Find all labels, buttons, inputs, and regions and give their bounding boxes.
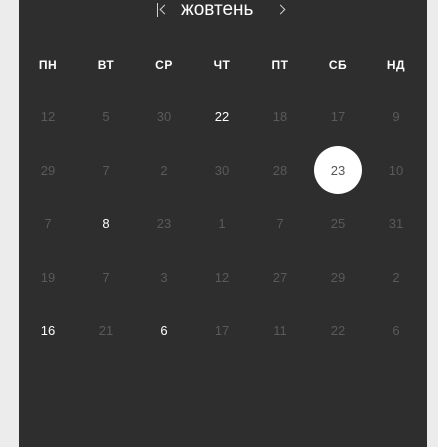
day-number: 9 — [392, 109, 400, 125]
day-cell[interactable]: 18 — [251, 90, 309, 144]
day-number: 27 — [272, 269, 288, 285]
chevron-left-icon — [159, 4, 170, 15]
day-cell[interactable]: 8 — [77, 197, 135, 251]
day-number: 21 — [98, 323, 114, 339]
day-number: 25 — [330, 216, 346, 232]
day-cell[interactable]: 7 — [77, 144, 135, 198]
day-number: 30 — [214, 162, 230, 178]
day-cell[interactable]: 22 — [193, 90, 251, 144]
next-month-button[interactable] — [275, 0, 291, 20]
day-cell-selected[interactable]: 23 — [309, 144, 367, 198]
weekday-label: НД — [386, 58, 406, 72]
weekday-label: ПТ — [271, 58, 289, 72]
day-number: 12 — [40, 109, 56, 125]
day-number: 12 — [214, 269, 230, 285]
day-cell[interactable]: 2 — [135, 144, 193, 198]
day-cell[interactable]: 5 — [77, 90, 135, 144]
day-number: 18 — [272, 109, 288, 125]
day-number: 10 — [388, 162, 404, 178]
day-number: 30 — [156, 109, 172, 125]
weekday-label: СБ — [328, 58, 348, 72]
bar-icon — [157, 3, 158, 17]
day-number: 17 — [214, 323, 230, 339]
day-cell[interactable]: 10 — [367, 144, 425, 198]
weekday-label: СР — [155, 58, 173, 72]
day-cell[interactable]: 19 — [19, 251, 77, 305]
day-cell[interactable]: 16 — [19, 304, 77, 358]
day-cell[interactable]: 12 — [19, 90, 77, 144]
day-number: 31 — [388, 216, 404, 232]
weekday-header-row: ПН ВТ СР ЧТ ПТ СБ НД — [19, 56, 427, 74]
day-cell[interactable]: 6 — [367, 304, 425, 358]
day-number: 29 — [330, 269, 346, 285]
day-number: 19 — [40, 269, 56, 285]
day-cell[interactable]: 1 — [193, 197, 251, 251]
days-grid: 12 5 30 22 18 17 9 29 7 2 30 28 23 10 7 8 23 1 7 25 31 19 7 3 12… — [19, 90, 427, 358]
day-number: 16 — [40, 323, 56, 339]
day-cell[interactable]: 2 — [367, 251, 425, 305]
day-number: 6 — [392, 323, 400, 339]
day-number: 5 — [102, 109, 110, 125]
day-cell[interactable]: 29 — [309, 251, 367, 305]
day-cell[interactable]: 28 — [251, 144, 309, 198]
day-cell[interactable]: 25 — [309, 197, 367, 251]
calendar-panel: жовтень ПН ВТ СР ЧТ ПТ СБ НД 12 5 30 22 18 17… — [19, 0, 427, 447]
day-cell[interactable]: 6 — [135, 304, 193, 358]
day-cell[interactable]: 27 — [251, 251, 309, 305]
day-number: 2 — [392, 269, 400, 285]
day-cell[interactable]: 30 — [193, 144, 251, 198]
day-cell[interactable]: 23 — [135, 197, 193, 251]
day-number: 23 — [314, 146, 362, 195]
day-number: 22 — [330, 323, 346, 339]
day-number: 29 — [40, 162, 56, 178]
month-header: жовтень — [19, 0, 427, 24]
day-cell[interactable]: 21 — [77, 304, 135, 358]
day-number: 7 — [102, 162, 110, 178]
day-cell[interactable]: 17 — [193, 304, 251, 358]
day-cell[interactable]: 7 — [251, 197, 309, 251]
day-cell[interactable]: 3 — [135, 251, 193, 305]
day-cell[interactable]: 29 — [19, 144, 77, 198]
previous-month-button[interactable] — [155, 0, 171, 20]
day-cell[interactable]: 31 — [367, 197, 425, 251]
day-number: 28 — [272, 162, 288, 178]
day-number: 2 — [160, 162, 168, 178]
day-cell[interactable]: 11 — [251, 304, 309, 358]
day-cell[interactable]: 12 — [193, 251, 251, 305]
day-cell[interactable]: 22 — [309, 304, 367, 358]
day-cell[interactable]: 7 — [77, 251, 135, 305]
weekday-label: ЧТ — [213, 58, 231, 72]
day-number: 8 — [102, 216, 110, 232]
day-number: 23 — [156, 216, 172, 232]
day-number: 3 — [160, 269, 168, 285]
day-number: 7 — [102, 269, 110, 285]
day-number: 7 — [44, 216, 52, 232]
day-number: 6 — [160, 323, 168, 339]
chevron-right-icon — [275, 4, 286, 15]
day-number: 7 — [276, 216, 284, 232]
day-cell[interactable]: 9 — [367, 90, 425, 144]
day-number: 11 — [273, 323, 287, 339]
weekday-label: ПН — [38, 58, 58, 72]
day-cell[interactable]: 30 — [135, 90, 193, 144]
month-title: жовтень — [181, 0, 254, 20]
day-number: 22 — [214, 109, 230, 125]
weekday-label: ВТ — [97, 58, 115, 72]
day-number: 1 — [218, 216, 226, 232]
day-number: 17 — [330, 109, 346, 125]
day-cell[interactable]: 17 — [309, 90, 367, 144]
day-cell[interactable]: 7 — [19, 197, 77, 251]
